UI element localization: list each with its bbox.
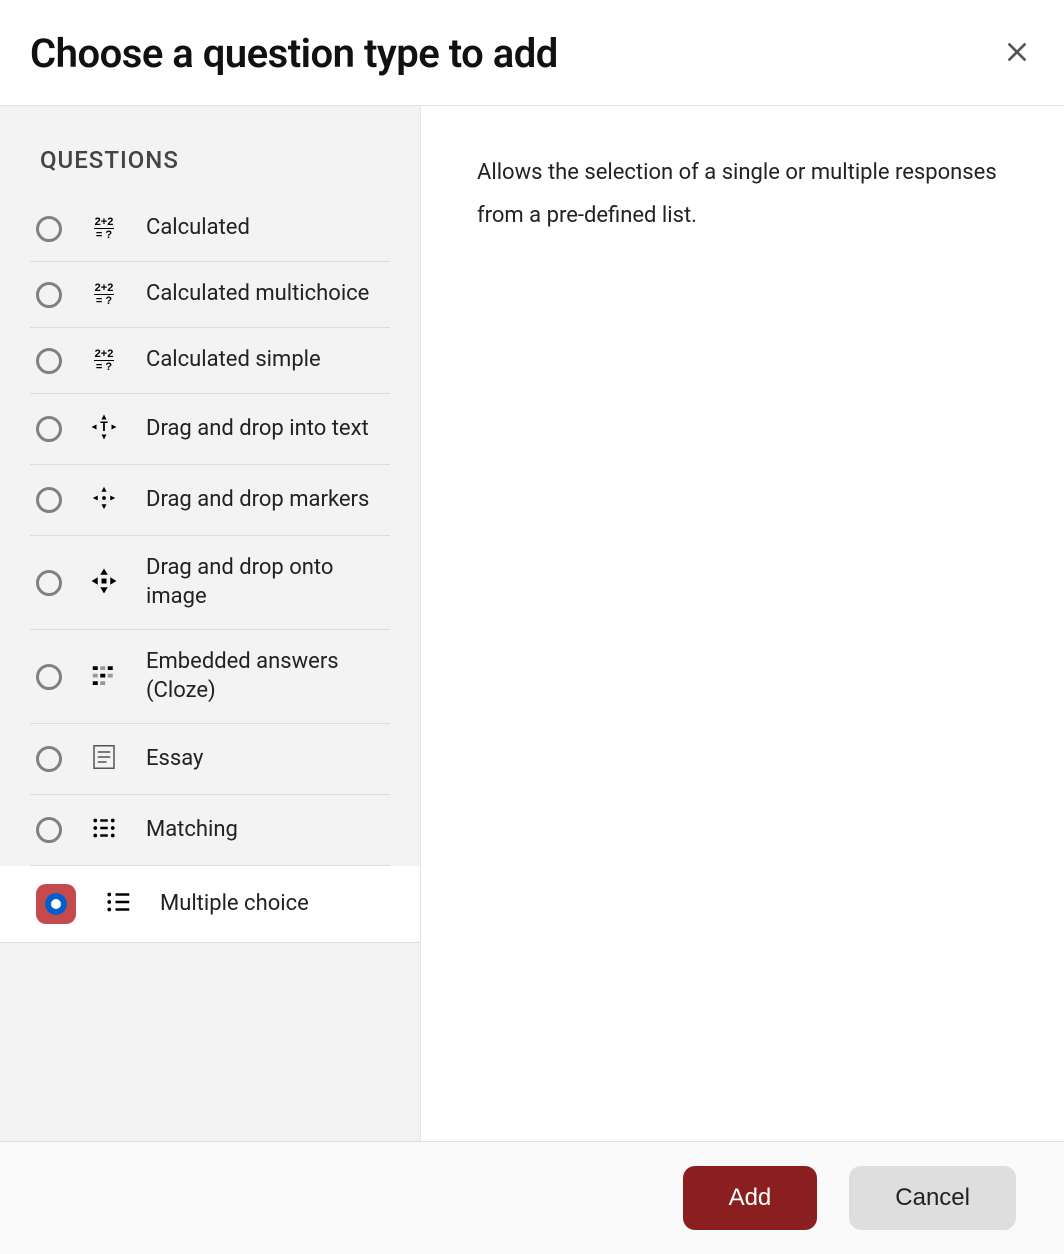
radio-calculatedsimple[interactable] xyxy=(36,348,62,374)
dragmarkers-icon xyxy=(84,483,124,517)
radio-ddwtos[interactable] xyxy=(36,416,62,442)
radio-calculated[interactable] xyxy=(36,216,62,242)
dialog-title: Choose a question type to add xyxy=(30,30,558,77)
calc-icon: 2+2= ? xyxy=(84,283,124,307)
radio-calculatedmulti[interactable] xyxy=(36,282,62,308)
cancel-button[interactable]: Cancel xyxy=(849,1166,1016,1230)
radio-match[interactable] xyxy=(36,817,62,843)
cloze-icon xyxy=(84,660,124,694)
question-type-description: Allows the selection of a single or mult… xyxy=(477,152,1008,238)
close-button[interactable] xyxy=(1000,33,1034,75)
mc-icon xyxy=(98,887,138,921)
radio-ddimageortext[interactable] xyxy=(36,570,62,596)
calc-icon: 2+2= ? xyxy=(84,349,124,373)
qtype-option-calculatedmulti[interactable]: 2+2= ? Calculated multichoice xyxy=(30,262,390,328)
qtype-option-calculated[interactable]: 2+2= ? Calculated xyxy=(30,196,390,262)
question-type-list: 2+2= ? Calculated 2+2= ? Calculated multich… xyxy=(0,196,420,943)
radio-multichoice[interactable] xyxy=(36,884,76,924)
dialog-header: Choose a question type to add xyxy=(0,0,1064,106)
qtype-label: Drag and drop markers xyxy=(146,486,369,515)
qtype-label: Essay xyxy=(146,745,203,774)
dialog-footer: Add Cancel xyxy=(0,1141,1064,1254)
section-heading-questions: QUESTIONS xyxy=(0,106,420,196)
calc-icon: 2+2= ? xyxy=(84,217,124,241)
qtype-option-ddmarker[interactable]: Drag and drop markers xyxy=(30,465,390,536)
dragimg-icon xyxy=(84,566,124,600)
qtype-option-ddimageortext[interactable]: Drag and drop onto image xyxy=(30,536,390,630)
qtype-label: Calculated simple xyxy=(146,346,321,375)
radio-essay[interactable] xyxy=(36,746,62,772)
svg-text:T: T xyxy=(100,420,108,435)
dragtext-icon: T xyxy=(84,412,124,446)
close-icon xyxy=(1004,39,1030,65)
radio-ddmarker[interactable] xyxy=(36,487,62,513)
qtype-option-essay[interactable]: Essay xyxy=(30,724,390,795)
qtype-label: Drag and drop into text xyxy=(146,415,369,444)
qtype-option-multichoice[interactable]: Multiple choice xyxy=(0,866,420,943)
qtype-option-calculatedsimple[interactable]: 2+2= ? Calculated simple xyxy=(30,328,390,394)
qtype-label: Embedded answers (Cloze) xyxy=(146,648,384,705)
radio-multianswer[interactable] xyxy=(36,664,62,690)
qtype-option-multianswer[interactable]: Embedded answers (Cloze) xyxy=(30,630,390,724)
qtype-option-match[interactable]: Matching xyxy=(30,795,390,866)
match-icon xyxy=(84,813,124,847)
qtype-label: Drag and drop onto image xyxy=(146,554,384,611)
description-panel: Allows the selection of a single or mult… xyxy=(420,106,1064,1141)
qtype-label: Matching xyxy=(146,816,238,845)
qtype-label: Calculated xyxy=(146,214,250,243)
qtype-label: Multiple choice xyxy=(160,890,309,919)
dialog-body: QUESTIONS 2+2= ? Calculated 2+2= ? Calculat… xyxy=(0,106,1064,1141)
essay-icon xyxy=(84,742,124,776)
add-button[interactable]: Add xyxy=(683,1166,818,1230)
qtype-option-ddwtos[interactable]: T Drag and drop into text xyxy=(30,394,390,465)
question-type-panel[interactable]: QUESTIONS 2+2= ? Calculated 2+2= ? Calculat… xyxy=(0,106,420,1141)
qtype-label: Calculated multichoice xyxy=(146,280,369,309)
